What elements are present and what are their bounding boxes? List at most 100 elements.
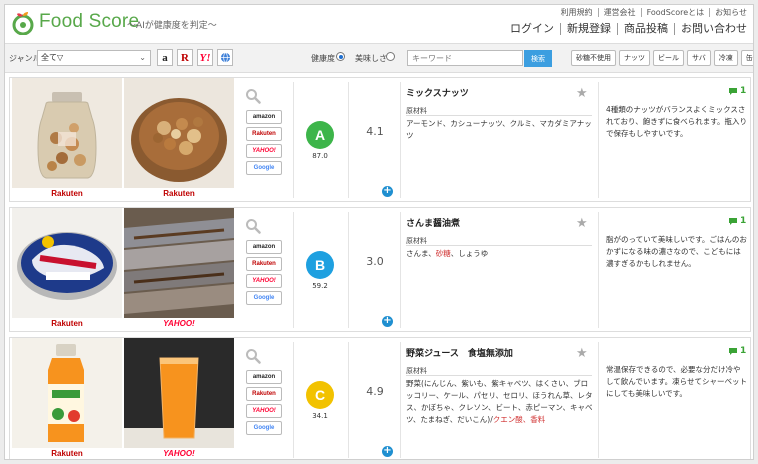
amazon-icon: a bbox=[162, 51, 168, 64]
tag-beer[interactable]: ビール bbox=[653, 50, 684, 66]
store-links: amazon Rakuten YAHOO! Google bbox=[246, 110, 282, 175]
divider bbox=[598, 342, 599, 458]
tagline: 〜AIが健康度を判定〜 bbox=[127, 21, 217, 31]
yahoo-link[interactable]: YAHOO! bbox=[246, 404, 282, 418]
login-link[interactable]: ログイン bbox=[504, 23, 561, 35]
rakuten-icon: R bbox=[181, 51, 189, 64]
util-link-company[interactable]: 運営会社 bbox=[599, 8, 642, 17]
review-comment: 脂がのっていて美味しいです。ごはんのおかずになる味の濃さなので、こどもには濃すぎ… bbox=[606, 235, 747, 268]
review-comment: 4種類のナッツがバランスよくミックスされており、飽きずに食べられます。瓶入りで保… bbox=[606, 105, 747, 138]
taste-rating: 4.1 bbox=[366, 125, 384, 138]
product-image-jar[interactable] bbox=[12, 78, 122, 188]
add-icon[interactable]: + bbox=[382, 316, 393, 327]
divider bbox=[598, 82, 599, 198]
search-icon[interactable] bbox=[245, 218, 261, 234]
star-icon[interactable]: ★ bbox=[576, 346, 588, 361]
product-image-bottle[interactable] bbox=[12, 338, 122, 448]
post-product-link[interactable]: 商品投稿 bbox=[618, 23, 675, 35]
product-image-glass[interactable] bbox=[124, 338, 234, 448]
product-image-can[interactable] bbox=[12, 208, 122, 318]
divider bbox=[400, 342, 401, 458]
ingredients-main: さんま、 bbox=[406, 249, 436, 258]
app-frame: Food Score 〜AIが健康度を判定〜 利用規約 運営会社 FoodSco… bbox=[4, 4, 754, 460]
health-score: 34.1 bbox=[312, 412, 328, 420]
amazon-link[interactable]: amazon bbox=[246, 110, 282, 124]
product-name[interactable]: 野菜ジュース 食塩無添加 bbox=[406, 346, 513, 359]
comment-count[interactable]: 1 bbox=[728, 216, 746, 226]
util-link-terms[interactable]: 利用規約 bbox=[556, 8, 599, 17]
google-link[interactable]: Google bbox=[246, 161, 282, 175]
comment-count-value: 1 bbox=[740, 86, 747, 96]
utility-nav: 利用規約 運営会社 FoodScoreとは お知らせ bbox=[556, 8, 747, 17]
health-score: 87.0 bbox=[312, 152, 328, 160]
comment-count[interactable]: 1 bbox=[728, 346, 746, 356]
tag-frozen[interactable]: 冷凍 bbox=[713, 50, 738, 66]
register-link[interactable]: 新規登録 bbox=[561, 23, 618, 35]
amazon-link[interactable]: amazon bbox=[246, 370, 282, 384]
amazon-link[interactable]: amazon bbox=[246, 240, 282, 254]
keyword-input[interactable] bbox=[407, 50, 523, 66]
rakuten-link[interactable]: Rakuten bbox=[246, 127, 282, 141]
health-grade-badge: A bbox=[306, 121, 334, 149]
contact-link[interactable]: お問い合わせ bbox=[675, 23, 747, 35]
rakuten-filter-button[interactable]: R bbox=[177, 49, 193, 66]
product-name[interactable]: ミックスナッツ bbox=[406, 86, 469, 99]
product-image-bowl[interactable] bbox=[124, 78, 234, 188]
rakuten-link[interactable]: Rakuten bbox=[246, 387, 282, 401]
add-icon[interactable]: + bbox=[382, 446, 393, 457]
divider bbox=[598, 212, 599, 328]
divider bbox=[400, 212, 401, 328]
divider bbox=[348, 82, 349, 198]
ingredients-warning: 砂糖 bbox=[435, 249, 451, 258]
filter-bar: ジャンル 全て▽ ⌄ a R Y! 健康度 美味しさ 検索 砂糖不使用 ナッツ … bbox=[5, 43, 753, 73]
star-icon[interactable]: ★ bbox=[576, 86, 588, 101]
comment-count[interactable]: 1 bbox=[728, 86, 746, 96]
comment-count-value: 1 bbox=[740, 216, 747, 226]
star-icon[interactable]: ★ bbox=[576, 216, 588, 231]
divider bbox=[406, 375, 592, 376]
tag-nuts[interactable]: ナッツ bbox=[619, 50, 650, 66]
yahoo-filter-button[interactable]: Y! bbox=[197, 49, 213, 66]
yahoo-link[interactable]: YAHOO! bbox=[246, 274, 282, 288]
header: Food Score 〜AIが健康度を判定〜 利用規約 運営会社 FoodSco… bbox=[5, 5, 753, 43]
divider bbox=[406, 115, 592, 116]
comment-icon bbox=[729, 347, 737, 355]
rakuten-link[interactable]: Rakuten bbox=[246, 257, 282, 271]
tag-mackerel[interactable]: サバ bbox=[687, 50, 711, 66]
sort-health-label: 健康度 bbox=[311, 54, 335, 63]
add-icon[interactable]: + bbox=[382, 186, 393, 197]
search-icon[interactable] bbox=[245, 88, 261, 104]
product-row: Rakuten Rakuten amazon Rakuten YAHOO! Go… bbox=[9, 77, 751, 202]
quick-tags: 砂糖不使用 ナッツ ビール サバ 冷凍 缶詰 bbox=[571, 50, 753, 66]
google-link[interactable]: Google bbox=[246, 421, 282, 435]
yahoo-link[interactable]: YAHOO! bbox=[246, 144, 282, 158]
google-link[interactable]: Google bbox=[246, 291, 282, 305]
health-score: 59.2 bbox=[312, 282, 328, 290]
util-link-about[interactable]: FoodScoreとは bbox=[642, 8, 711, 17]
ingredients-text: アーモンド、カシューナッツ、クルミ、マカダミアナッツ bbox=[406, 118, 594, 142]
amazon-filter-button[interactable]: a bbox=[157, 49, 173, 66]
util-link-news[interactable]: お知らせ bbox=[710, 8, 747, 17]
tag-canned[interactable]: 缶詰 bbox=[740, 50, 753, 66]
divider bbox=[293, 342, 294, 458]
logo-icon[interactable] bbox=[11, 11, 35, 35]
ingredients-text: 野菜(にんじん、紫いも、紫キャベツ、はくさい、ブロッコリー、ケール、パセリ、セロ… bbox=[406, 378, 594, 426]
tag-sugar-free[interactable]: 砂糖不使用 bbox=[571, 50, 616, 66]
search-icon[interactable] bbox=[245, 348, 261, 364]
divider bbox=[293, 82, 294, 198]
image-source-label: Rakuten bbox=[51, 189, 83, 198]
genre-label: ジャンル bbox=[9, 54, 41, 63]
sort-health-radio[interactable] bbox=[336, 52, 345, 61]
chevron-down-icon: ⌄ bbox=[139, 53, 146, 62]
taste-rating: 3.0 bbox=[366, 255, 384, 268]
web-filter-button[interactable] bbox=[217, 49, 233, 66]
main-nav: ログイン 新規登録 商品投稿 お問い合わせ bbox=[504, 23, 747, 35]
sort-taste-radio[interactable] bbox=[386, 52, 395, 61]
product-image-fish[interactable] bbox=[124, 208, 234, 318]
logo-text[interactable]: Food Score bbox=[39, 11, 139, 33]
search-button[interactable]: 検索 bbox=[524, 50, 552, 67]
product-name[interactable]: さんま醤油煮 bbox=[406, 216, 460, 229]
genre-select[interactable]: 全て▽ ⌄ bbox=[37, 50, 151, 66]
image-source-label: Rakuten bbox=[51, 319, 83, 328]
image-source-label: YAHOO! bbox=[163, 319, 195, 328]
